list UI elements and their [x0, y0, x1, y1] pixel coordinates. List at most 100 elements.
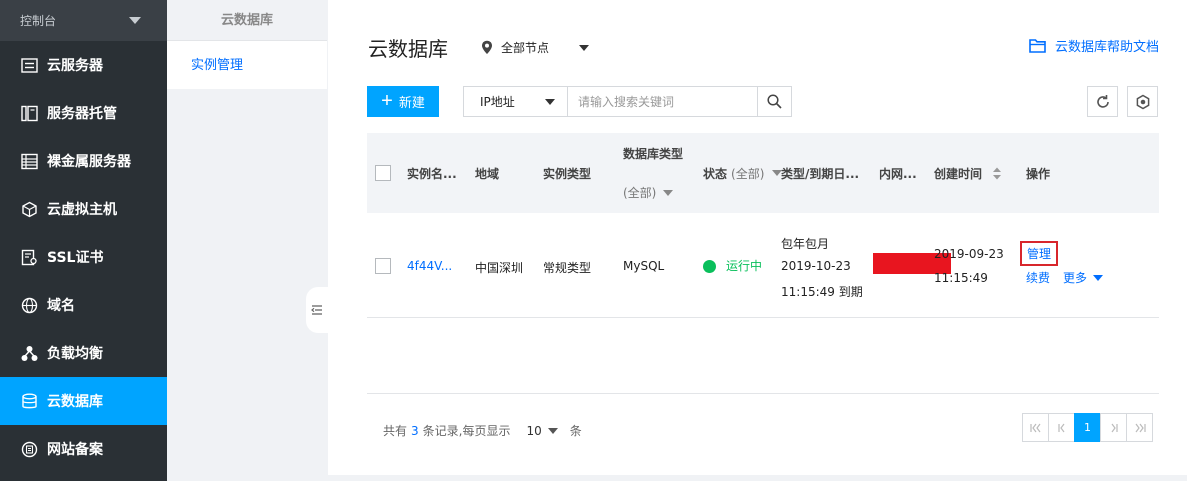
row-checkbox[interactable]	[375, 258, 391, 274]
help-doc-link[interactable]: 云数据库帮助文档	[1029, 36, 1159, 55]
refresh-icon	[1096, 94, 1109, 108]
plus-icon: +	[381, 89, 393, 112]
location-pin-icon	[482, 40, 492, 54]
header-created-label: 创建时间	[934, 166, 983, 181]
first-page-icon	[1029, 423, 1040, 432]
row-region: 中国深圳	[475, 261, 524, 275]
cube-icon	[21, 201, 38, 218]
status-running-icon	[703, 260, 716, 273]
header-billing[interactable]: 类型/到期日...	[781, 133, 859, 213]
search-button[interactable]	[757, 87, 791, 116]
console-label: 控制台	[20, 14, 57, 28]
globe-icon	[21, 297, 38, 314]
select-all-checkbox[interactable]	[375, 165, 391, 181]
db-type-filter[interactable]: (全部)	[623, 184, 674, 201]
search-input[interactable]	[568, 87, 757, 116]
sidebar-item-bare-metal[interactable]: 裸金属服务器	[0, 137, 167, 185]
chevron-down-icon	[663, 189, 674, 196]
page-title: 云数据库	[368, 37, 448, 61]
more-dropdown[interactable]: 更多	[1063, 269, 1104, 286]
sidebar: 控制台 云服务器 服务器托管 裸金属服务器 云虚拟主机 SSL证书 域名 负载均…	[0, 0, 167, 481]
row-expire-time: 11:15:49 到期	[781, 285, 863, 299]
next-page-icon	[1111, 423, 1118, 432]
sidebar-item-cloud-database[interactable]: 云数据库	[0, 377, 167, 425]
header-intranet[interactable]: 内网...	[879, 133, 917, 213]
page-size-unit: 条	[569, 424, 582, 438]
sidebar-item-label: 域名	[47, 298, 75, 314]
last-page-icon	[1135, 423, 1146, 432]
manage-link[interactable]: 管理	[1020, 241, 1058, 266]
settings-button[interactable]	[1127, 86, 1158, 117]
more-label: 更多	[1063, 271, 1088, 285]
main-content: 云数据库 全部节点 云数据库帮助文档 + 新建 IP地址 实例名... 地域	[328, 0, 1187, 481]
first-page-button[interactable]	[1022, 413, 1049, 442]
chevron-down-icon	[1093, 274, 1104, 281]
sidebar-item-label: 云虚拟主机	[47, 202, 117, 218]
last-page-button[interactable]	[1126, 413, 1153, 442]
sidebar-item-label: 裸金属服务器	[47, 154, 131, 170]
subnav-item-instance-management[interactable]: 实例管理	[167, 41, 327, 89]
page-size-select[interactable]: 10	[526, 424, 558, 438]
sidebar-item-label: 云服务器	[47, 58, 103, 74]
sidebar-item-ssl[interactable]: SSL证书	[0, 233, 167, 281]
header-created[interactable]: 创建时间	[934, 133, 1002, 213]
refresh-button[interactable]	[1087, 86, 1118, 117]
row-instance-type: 常规类型	[543, 261, 592, 275]
chevron-down-icon	[547, 427, 558, 434]
sidebar-item-server-hosting[interactable]: 服务器托管	[0, 89, 167, 137]
bare-metal-icon	[21, 153, 38, 170]
bottom-edge	[167, 475, 1187, 481]
collapse-sidebar-button[interactable]	[306, 287, 328, 333]
sidebar-item-label: 服务器托管	[47, 106, 117, 122]
pagination-info: 共有 3 条记录,每页显示 10 条	[383, 422, 582, 439]
search-field-select[interactable]: IP地址	[464, 87, 568, 116]
header-db-type-label: 数据库类型	[623, 147, 684, 161]
sidebar-item-domain[interactable]: 域名	[0, 281, 167, 329]
console-dropdown[interactable]: 控制台	[0, 0, 167, 41]
header-actions: 操作	[1026, 166, 1051, 181]
total-prefix: 共有	[383, 424, 408, 438]
certificate-icon	[21, 249, 38, 266]
folder-icon	[1029, 39, 1046, 53]
sidebar-item-label: SSL证书	[47, 250, 104, 266]
sidebar-item-record[interactable]: 网站备案	[0, 425, 167, 473]
new-instance-button[interactable]: + 新建	[367, 86, 439, 117]
header-name[interactable]: 实例名...	[407, 133, 457, 213]
row-created-date: 2019-09-23	[934, 247, 1004, 261]
header-status-label: 状态	[703, 166, 728, 181]
next-page-button[interactable]	[1100, 413, 1127, 442]
status-filter-label: (全部)	[731, 166, 765, 181]
instance-name-link[interactable]: 4f44V...	[407, 259, 452, 273]
row-created-time: 11:15:49	[934, 271, 988, 285]
prev-page-button[interactable]	[1048, 413, 1075, 442]
new-button-label: 新建	[398, 95, 425, 110]
table-header: 实例名... 地域 实例类型 数据库类型 (全部) 状态 (全部) 类型/到期日…	[367, 133, 1159, 213]
sidebar-item-label: 网站备案	[47, 442, 103, 458]
row-billing-type: 包年包月	[781, 237, 830, 251]
total-count: 3	[411, 423, 419, 438]
row-status-label: 运行中	[726, 259, 763, 273]
sidebar-item-virtual-host[interactable]: 云虚拟主机	[0, 185, 167, 233]
hosting-icon	[21, 105, 38, 122]
chevron-down-icon	[579, 44, 590, 51]
sidebar-item-label: 云数据库	[47, 394, 103, 410]
subnav-title: 云数据库	[167, 0, 327, 41]
region-selector[interactable]: 全部节点	[481, 39, 590, 56]
header-instance-type: 实例类型	[543, 166, 592, 181]
load-balancer-icon	[21, 345, 38, 362]
table-row: 4f44V... 中国深圳 常规类型 MySQL 运行中 包年包月 2019-1…	[367, 213, 1159, 318]
db-type-filter-label: (全部)	[623, 186, 657, 200]
sidebar-item-cloud-server[interactable]: 云服务器	[0, 41, 167, 89]
sidebar-item-load-balancer[interactable]: 负载均衡	[0, 329, 167, 377]
database-icon	[21, 393, 38, 410]
header-db-type: 数据库类型 (全部)	[623, 133, 683, 213]
page-button-current[interactable]: 1	[1074, 413, 1101, 442]
renew-link[interactable]: 续费	[1026, 269, 1050, 286]
row-status: 运行中	[703, 257, 762, 274]
sort-icon	[993, 167, 1002, 179]
header-region: 地域	[475, 166, 500, 181]
total-suffix: 条记录,每页显示	[422, 424, 511, 438]
header-status[interactable]: 状态 (全部)	[703, 133, 783, 213]
prev-page-icon	[1057, 423, 1064, 432]
instance-table: 实例名... 地域 实例类型 数据库类型 (全部) 状态 (全部) 类型/到期日…	[367, 133, 1159, 318]
